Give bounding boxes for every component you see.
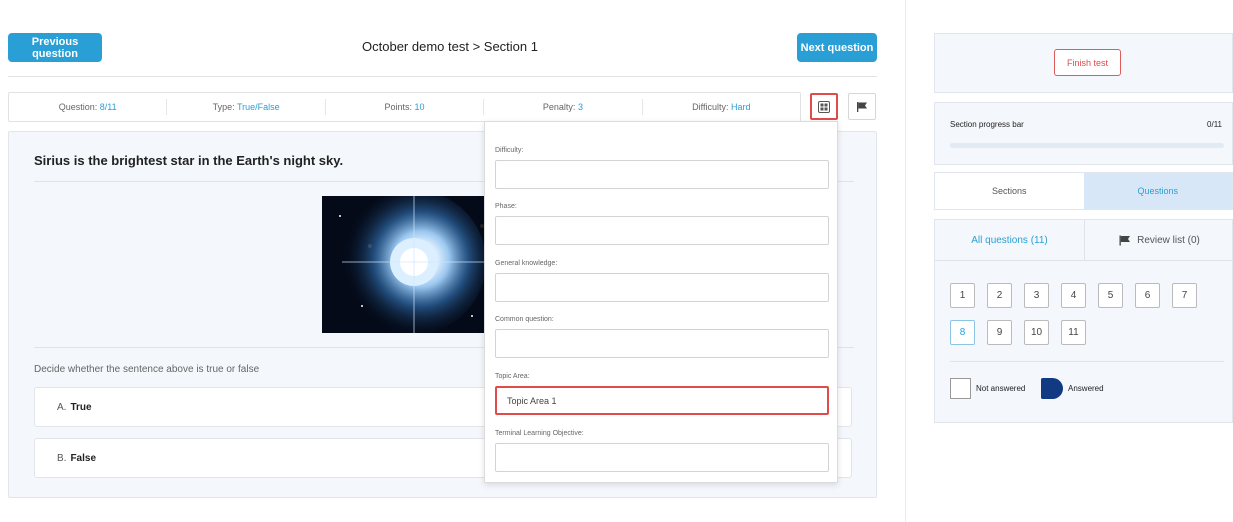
- meta-field-terminal-learning-objective[interactable]: [495, 443, 829, 472]
- meta-label-phase: Phase:: [495, 203, 517, 210]
- finish-card: Finish test: [934, 33, 1233, 93]
- answer-text: True: [70, 401, 92, 413]
- question-number-7[interactable]: 7: [1172, 283, 1197, 308]
- question-number-10[interactable]: 10: [1024, 320, 1049, 345]
- info-type: Type: True/False: [167, 99, 326, 115]
- divider: [950, 361, 1224, 362]
- previous-question-button[interactable]: Previous question: [8, 33, 102, 62]
- info-difficulty-label: Difficulty:: [692, 102, 729, 112]
- next-question-button[interactable]: Next question: [797, 33, 877, 62]
- answered-swatch: [1041, 378, 1063, 399]
- divider: [8, 76, 877, 77]
- question-number-1[interactable]: 1: [950, 283, 975, 308]
- not-answered-swatch: [950, 378, 971, 399]
- question-info-bar: Question: 8/11 Type: True/False Points: …: [8, 92, 801, 122]
- question-number-2[interactable]: 2: [987, 283, 1012, 308]
- subtab-review-label: Review list (0): [1137, 234, 1200, 246]
- tab-questions[interactable]: Questions: [1083, 173, 1232, 209]
- metadata-toggle-button[interactable]: [810, 93, 838, 120]
- info-question-value: 8/11: [99, 102, 117, 112]
- meta-label-common-question: Common question:: [495, 316, 554, 323]
- info-question-label: Question:: [58, 102, 98, 112]
- grid-icon: [818, 100, 830, 113]
- questions-card: All questions (11) Review list (0) Not a…: [934, 219, 1233, 423]
- breadcrumb: October demo test > Section 1: [362, 39, 538, 54]
- meta-field-phase[interactable]: [495, 216, 829, 245]
- meta-label-general-knowledge: General knowledge:: [495, 260, 558, 267]
- meta-label-difficulty: Difficulty:: [495, 147, 524, 154]
- meta-label-terminal-learning-objective: Terminal Learning Objective:: [495, 430, 584, 437]
- question-number-11[interactable]: 11: [1061, 320, 1086, 345]
- info-question: Question: 8/11: [9, 99, 168, 115]
- progress-label: Section progress bar: [950, 120, 1024, 129]
- meta-field-general-knowledge[interactable]: [495, 273, 829, 302]
- meta-field-difficulty[interactable]: [495, 160, 829, 189]
- info-difficulty: Difficulty: Hard: [643, 99, 800, 115]
- info-points-label: Points:: [384, 102, 412, 112]
- subtab-all-questions[interactable]: All questions (11): [935, 220, 1085, 260]
- sidebar-tabs: Sections Questions: [934, 172, 1233, 210]
- question-number-6[interactable]: 6: [1135, 283, 1160, 308]
- info-penalty-value: 3: [577, 102, 583, 112]
- progress-count: 0/11: [1207, 120, 1222, 129]
- info-points-value: 10: [414, 102, 425, 112]
- question-number-5[interactable]: 5: [1098, 283, 1123, 308]
- flag-icon: [857, 101, 867, 112]
- panel-divider: [905, 0, 906, 522]
- meta-label-topic-area: Topic Area:: [495, 373, 530, 380]
- section-progress-card: Section progress bar 0/11: [934, 102, 1233, 165]
- legend-answered: Answered: [1068, 384, 1104, 393]
- question-number-4[interactable]: 4: [1061, 283, 1086, 308]
- flag-question-button[interactable]: [848, 93, 876, 120]
- progress-bar: [950, 143, 1224, 148]
- question-text: Sirius is the brightest star in the Eart…: [34, 153, 344, 168]
- question-number-8[interactable]: 8: [950, 320, 975, 345]
- question-subtabs: All questions (11) Review list (0): [935, 220, 1233, 261]
- legend-not-answered: Not answered: [976, 384, 1026, 393]
- question-number-9[interactable]: 9: [987, 320, 1012, 345]
- answer-text: False: [70, 452, 97, 464]
- meta-field-common-question[interactable]: [495, 329, 829, 358]
- info-penalty: Penalty: 3: [484, 99, 643, 115]
- info-type-label: Type:: [212, 102, 235, 112]
- info-type-value: True/False: [236, 102, 280, 112]
- flag-icon: [1119, 235, 1131, 245]
- question-number-3[interactable]: 3: [1024, 283, 1049, 308]
- info-points: Points: 10: [326, 99, 485, 115]
- question-instruction: Decide whether the sentence above is tru…: [34, 364, 260, 375]
- finish-test-button[interactable]: Finish test: [1054, 49, 1121, 76]
- answer-letter: B.: [57, 452, 67, 464]
- info-penalty-label: Penalty:: [542, 102, 576, 112]
- metadata-dropdown: Difficulty: Phase: General knowledge: Co…: [484, 121, 838, 483]
- subtab-review-list[interactable]: Review list (0): [1085, 220, 1233, 260]
- answer-letter: A.: [57, 401, 67, 413]
- tab-sections[interactable]: Sections: [935, 173, 1084, 209]
- info-difficulty-value: Hard: [731, 102, 751, 112]
- meta-field-topic-area[interactable]: Topic Area 1: [495, 386, 829, 415]
- question-image: [322, 196, 490, 333]
